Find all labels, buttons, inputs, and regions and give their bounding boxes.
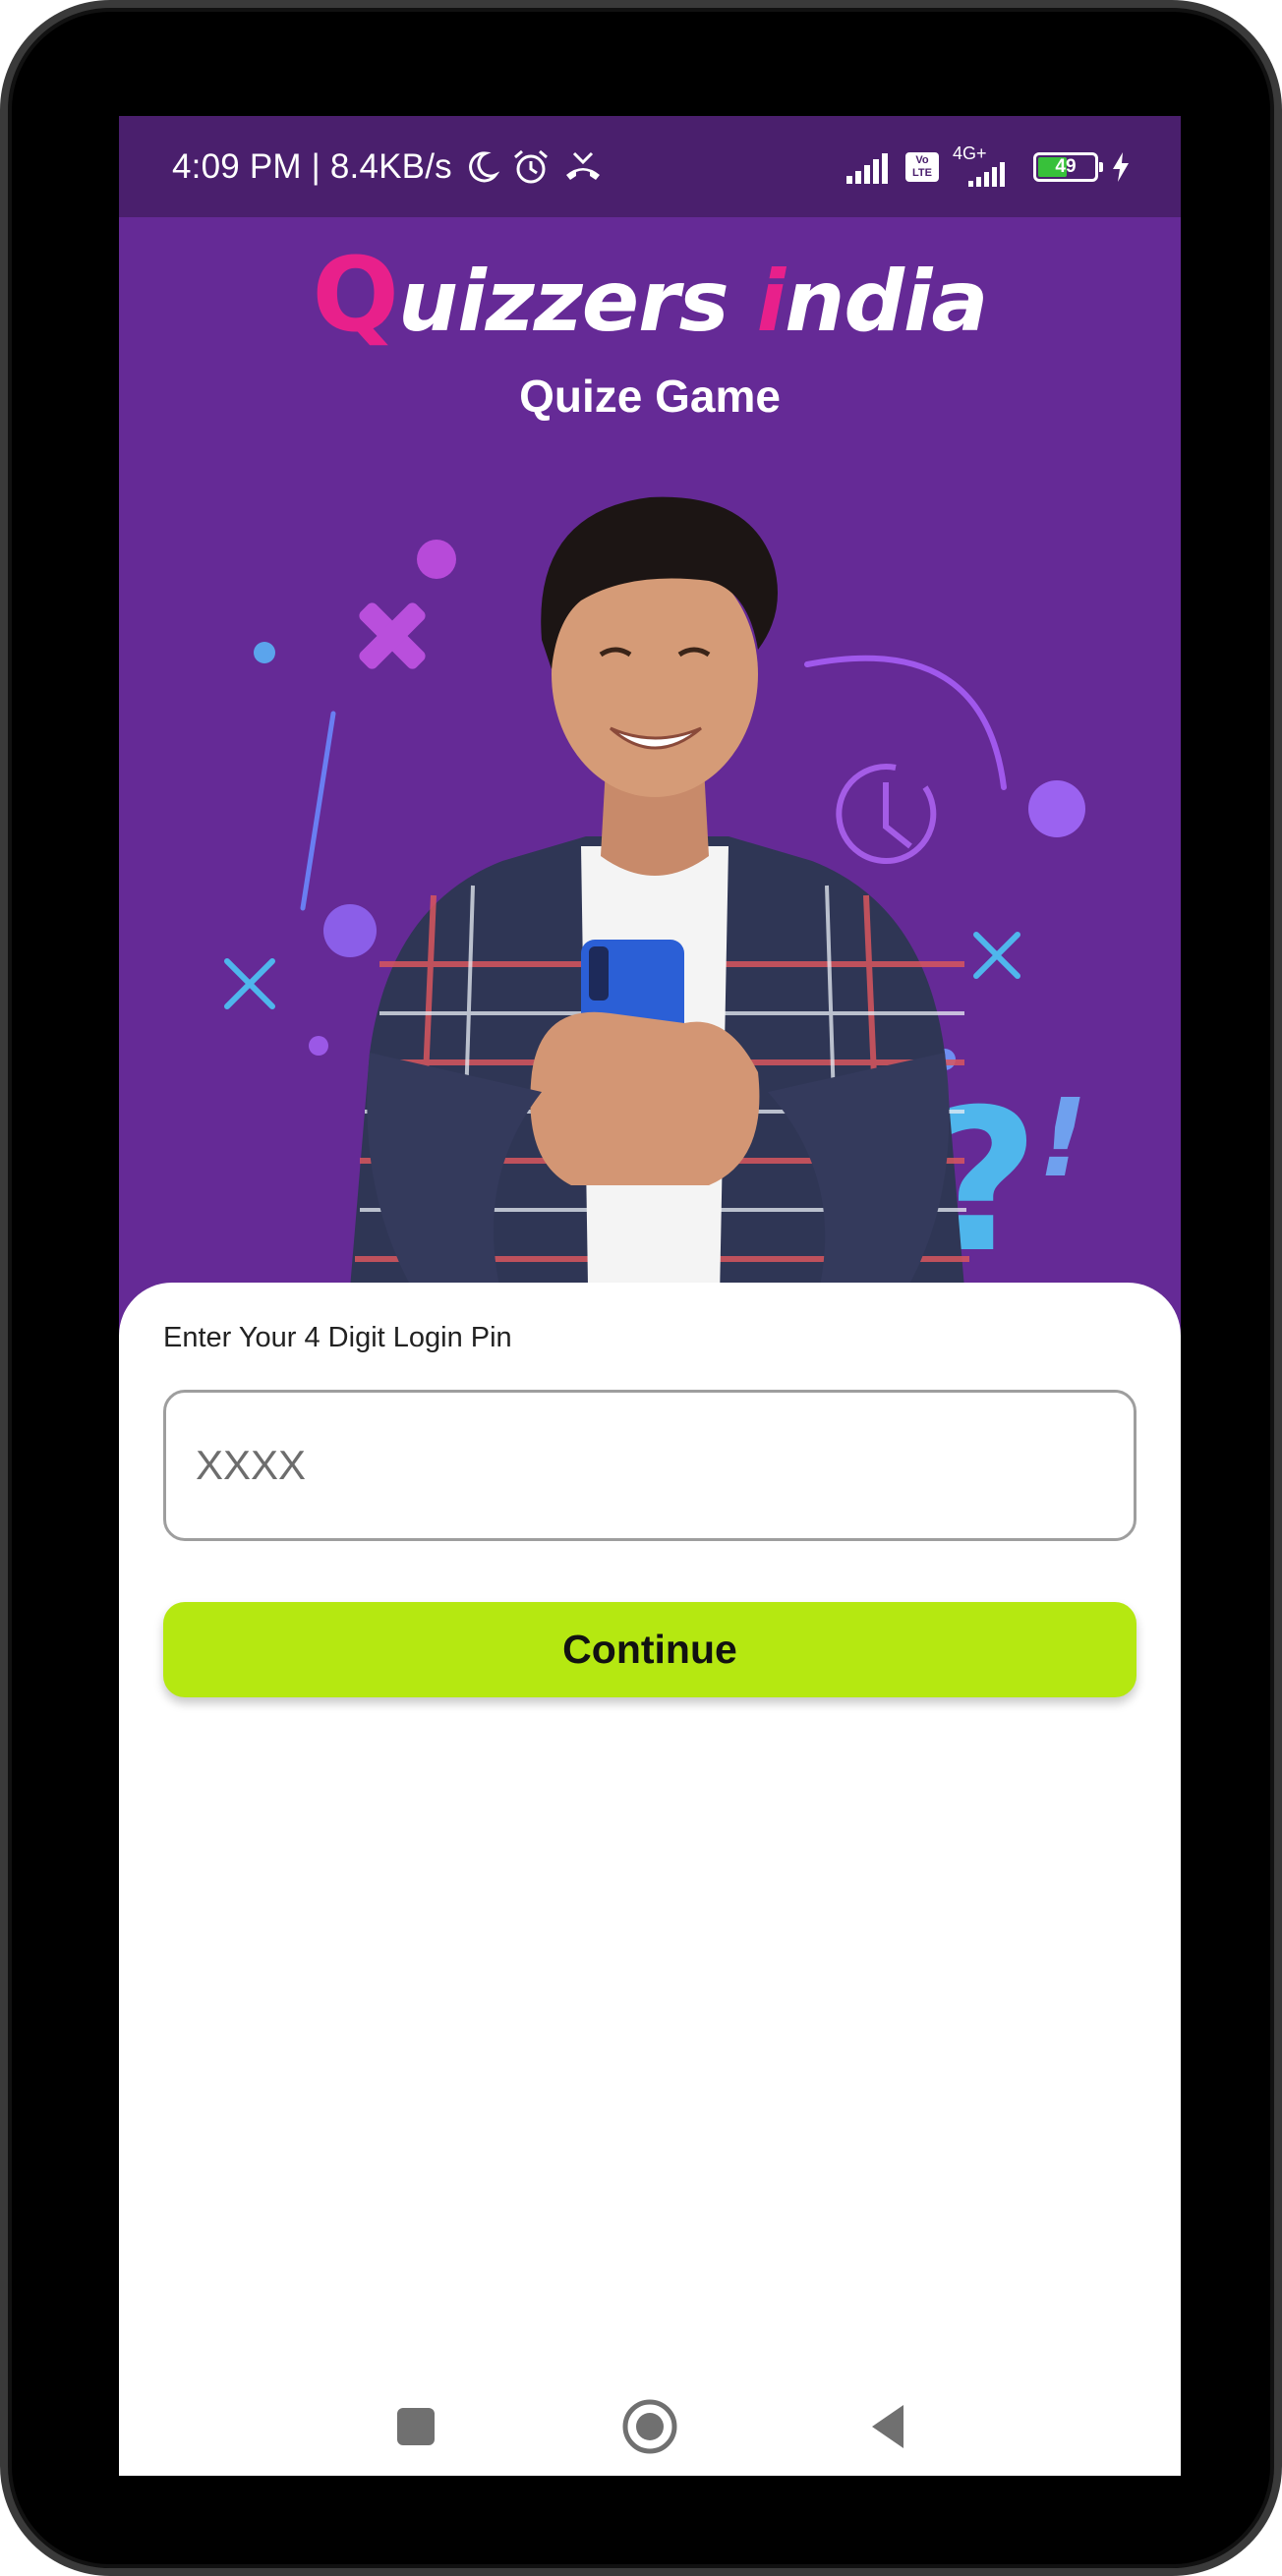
app-subtitle: Quize Game bbox=[519, 371, 781, 422]
status-bar: 4:09 PM | 8.4KB/s Vo LTE 4G+ 49 bbox=[119, 116, 1181, 217]
pin-input[interactable] bbox=[163, 1390, 1136, 1541]
signal-icon bbox=[846, 152, 888, 184]
status-right: Vo LTE 4G+ 49 bbox=[846, 116, 1132, 217]
recents-button[interactable] bbox=[386, 2397, 445, 2456]
clock-icon bbox=[836, 764, 937, 865]
moon-icon bbox=[468, 150, 499, 182]
volte-label: Vo LTE bbox=[912, 153, 932, 179]
back-icon bbox=[872, 2405, 903, 2448]
back-button[interactable] bbox=[860, 2397, 919, 2456]
app-logo: Quizzers india bbox=[119, 235, 1181, 355]
missed-call-icon bbox=[565, 151, 600, 180]
home-button[interactable] bbox=[620, 2397, 679, 2456]
battery-icon: 49 bbox=[1033, 151, 1103, 182]
decor-dot bbox=[309, 1036, 328, 1056]
volte-icon: Vo LTE bbox=[905, 151, 939, 182]
decor-arc bbox=[804, 655, 1007, 790]
decor-dot bbox=[323, 904, 377, 957]
decor-dot bbox=[417, 540, 456, 579]
status-left: 4:09 PM | 8.4KB/s bbox=[172, 116, 604, 217]
decor-dot bbox=[1028, 780, 1085, 837]
hero-banner: ? ! Quizzers india Quize Game bbox=[119, 217, 1181, 1347]
continue-button[interactable]: Continue bbox=[163, 1602, 1136, 1697]
home-icon bbox=[622, 2399, 677, 2454]
logo-i: i bbox=[756, 253, 787, 351]
logo-q: Q bbox=[312, 235, 399, 355]
exclamation-icon: ! bbox=[1038, 1075, 1087, 1201]
signal-icon bbox=[968, 161, 1005, 187]
person-illustration bbox=[345, 496, 969, 1347]
navigation-bar bbox=[119, 2377, 1181, 2476]
network-group: 4G+ bbox=[951, 143, 1012, 187]
battery-level: 49 bbox=[1055, 155, 1077, 177]
charging-icon bbox=[1113, 151, 1129, 182]
status-time: 4:09 PM | 8.4KB/s bbox=[172, 146, 452, 186]
phone-frame: 4:09 PM | 8.4KB/s Vo LTE 4G+ 49 ? ! Quiz… bbox=[0, 0, 1282, 2576]
alarm-icon bbox=[513, 149, 548, 183]
pin-label: Enter Your 4 Digit Login Pin bbox=[163, 1322, 512, 1353]
recents-icon bbox=[397, 2408, 435, 2445]
logo-text-part2: ndia bbox=[785, 253, 988, 351]
login-card: Enter Your 4 Digit Login Pin Continue bbox=[119, 1283, 1181, 2476]
decor-dot bbox=[254, 642, 275, 663]
decor-cross bbox=[224, 958, 275, 1009]
decor-cross bbox=[359, 602, 426, 669]
decor-cross bbox=[973, 932, 1020, 979]
decor-line bbox=[300, 711, 336, 911]
logo-text-part1: uizzers bbox=[397, 253, 757, 351]
phone-screen: 4:09 PM | 8.4KB/s Vo LTE 4G+ 49 ? ! Quiz… bbox=[119, 116, 1181, 2476]
